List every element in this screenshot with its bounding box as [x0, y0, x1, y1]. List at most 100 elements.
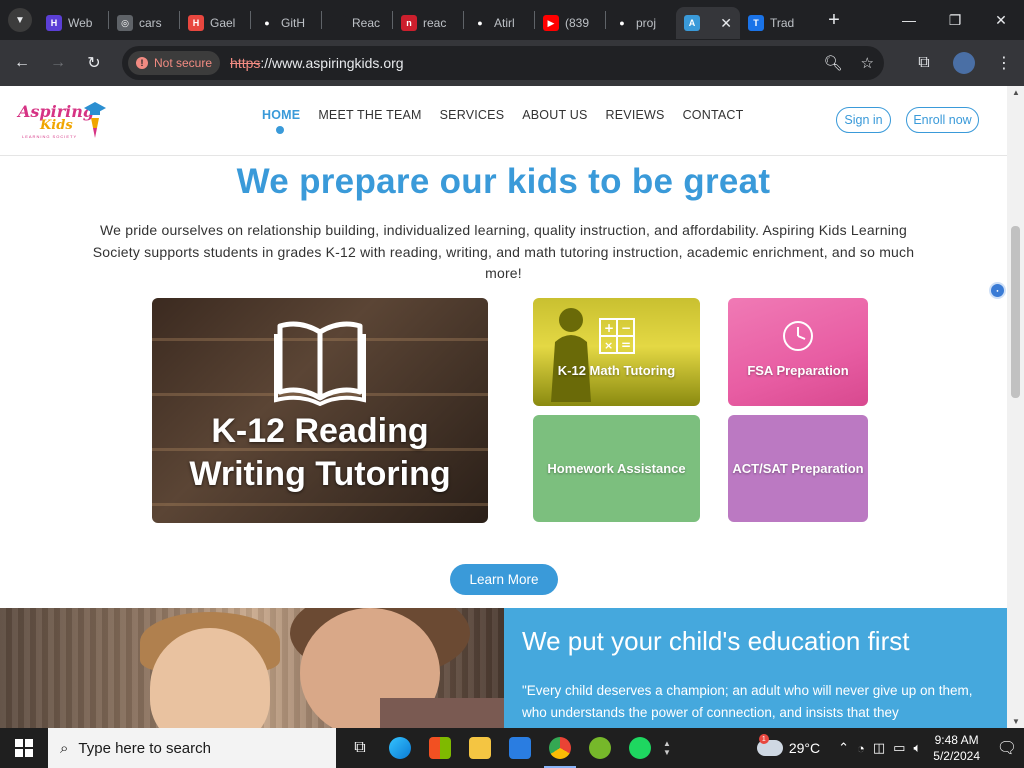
browser-tab[interactable]: Reac [322, 7, 392, 39]
svg-text:−: − [621, 321, 631, 335]
tab-strip: H Web ◎ cars H Gael ● GitH Reac n reac ● Atirl ▶ (839 ●… [38, 0, 810, 40]
browser-tab[interactable]: ▶ (839 [535, 7, 605, 39]
security-chip[interactable]: ! Not secure [128, 51, 221, 75]
weather-widget[interactable]: 1 29°C [756, 734, 821, 756]
card-math-tutoring[interactable]: + − × = K-12 Math Tutoring [533, 298, 700, 406]
browser-toolbar: ← → ↻ ! Not secure https://www.aspiringk… [0, 40, 1024, 86]
chevron-down-icon: ▼ [15, 14, 25, 26]
forward-button[interactable]: → [42, 47, 74, 79]
nav-reviews[interactable]: REVIEWS [606, 108, 665, 122]
zoom-icon[interactable]: 🔍︎ [824, 54, 843, 72]
browser-tab[interactable]: ● GitH [251, 7, 321, 39]
card-reading-writing[interactable]: K-12 Reading Writing Tutoring [152, 298, 488, 523]
windows-taskbar: ⌕ Type here to search ⧉ ▲ ▼ 1 29°C ⌃ ◔ ◫ … [0, 728, 1024, 768]
file-explorer-icon[interactable] [460, 728, 500, 768]
spotify-icon[interactable] [620, 728, 660, 768]
task-view-icon[interactable]: ⧉ [340, 728, 380, 768]
page-scrollbar[interactable]: ▲ ▼ [1007, 86, 1024, 728]
warning-icon: ! [136, 57, 148, 69]
site-logo[interactable]: Aspiring Kids LEARNING SOCIETY [18, 100, 108, 142]
learn-more-button[interactable]: Learn More [450, 564, 558, 595]
svg-text:=: = [621, 338, 631, 352]
tab-favicon-icon [330, 15, 346, 31]
tab-title: proj [636, 16, 657, 30]
browser-tab[interactable]: ◎ cars [109, 7, 179, 39]
new-tab-button[interactable]: + [822, 9, 846, 32]
store-icon[interactable] [420, 728, 460, 768]
url-host: ://www.aspiringkids.org [260, 55, 404, 71]
notification-icon[interactable]: 🗨︎ [990, 738, 1024, 758]
nav-meet-the-team[interactable]: MEET THE TEAM [318, 108, 421, 122]
nav-about-us[interactable]: ABOUT US [522, 108, 587, 122]
back-button[interactable]: ← [6, 47, 38, 79]
floating-widget-icon[interactable]: ● [989, 282, 1006, 299]
reload-button[interactable]: ↻ [78, 47, 110, 79]
taskbar-scroll-icon[interactable]: ▲ ▼ [660, 728, 674, 768]
sign-in-button[interactable]: Sign in [836, 107, 891, 133]
svg-text:+: + [604, 321, 614, 335]
minimize-button[interactable]: — [886, 0, 932, 40]
cloud-icon: 1 [756, 734, 783, 756]
taskbar-clock[interactable]: 9:48 AM 5/2/2024 [933, 732, 980, 764]
url-text[interactable]: https://www.aspiringkids.org [230, 55, 404, 71]
taskbar-search[interactable]: ⌕ Type here to search [48, 728, 336, 768]
address-bar[interactable]: ! Not secure https://www.aspiringkids.or… [122, 46, 884, 80]
tab-title: Trad [770, 16, 795, 30]
browser-tab[interactable]: ● proj [606, 7, 676, 39]
browser-tab[interactable]: H Gael [180, 7, 250, 39]
tab-favicon-icon: A [684, 15, 700, 31]
temperature-text: 29°C [788, 740, 821, 756]
active-indicator [276, 126, 284, 134]
battery-icon[interactable]: ▭ [893, 740, 905, 756]
page-viewport: Aspiring Kids LEARNING SOCIETY HOME MEET… [0, 86, 1024, 728]
tab-title: Atirl [494, 16, 515, 30]
maximize-button[interactable]: ❐ [932, 0, 978, 40]
network-icon[interactable]: ◔ [857, 741, 865, 756]
tab-favicon-icon: ● [472, 15, 488, 31]
card-fsa-preparation[interactable]: FSA Preparation [728, 298, 868, 406]
card-reading-line-2: Writing Tutoring [189, 455, 451, 493]
education-first-quote: "Every child deserves a champion; an adu… [522, 683, 973, 720]
card-act-sat-preparation[interactable]: ACT/SAT Preparation [728, 415, 868, 522]
browser-tab[interactable]: ● Atirl [464, 7, 534, 39]
browser-tab-active[interactable]: A ✕ [676, 7, 740, 39]
logo-text-3: LEARNING SOCIETY [22, 134, 78, 139]
scroll-down-icon[interactable]: ▼ [1012, 717, 1020, 726]
nav-contact[interactable]: CONTACT [683, 108, 744, 122]
edge-icon[interactable] [380, 728, 420, 768]
scrollbar-thumb[interactable] [1011, 226, 1020, 398]
enroll-now-button[interactable]: Enroll now [906, 107, 979, 133]
utorrent-icon[interactable] [580, 728, 620, 768]
browser-tab[interactable]: H Web [38, 7, 108, 39]
close-tab-icon[interactable]: ✕ [720, 15, 732, 32]
chevron-up-icon[interactable]: ⌃ [838, 740, 849, 756]
camera-icon[interactable]: ◫ [873, 740, 885, 756]
chrome-icon[interactable] [540, 728, 580, 768]
nav-services[interactable]: SERVICES [440, 108, 505, 122]
mail-icon[interactable] [500, 728, 540, 768]
card-homework-assistance[interactable]: Homework Assistance [533, 415, 700, 522]
url-scheme: https [230, 55, 261, 71]
calculator-icon: + − × = [599, 318, 635, 354]
browser-tab-bar: ▼ H Web ◎ cars H Gael ● GitH Reac n reac ● Atirl ▶ (83… [0, 0, 1024, 40]
extensions-icon[interactable]: ⧉ [904, 54, 944, 72]
close-window-button[interactable]: ✕ [978, 0, 1024, 40]
tab-search-button[interactable]: ▼ [8, 8, 32, 32]
nav-home-label: HOME [262, 108, 301, 122]
photo-mother-shirt [380, 698, 504, 728]
browser-tab[interactable]: T Trad [740, 7, 810, 39]
card-act-label: ACT/SAT Preparation [732, 461, 864, 476]
tab-title: reac [423, 16, 447, 30]
open-book-icon [274, 321, 366, 406]
profile-avatar[interactable] [953, 52, 975, 74]
card-homework-label: Homework Assistance [547, 461, 686, 476]
volume-icon[interactable]: 🔈︎ [913, 740, 921, 756]
tab-favicon-icon: n [401, 15, 417, 31]
card-math-label: K-12 Math Tutoring [557, 362, 676, 378]
menu-kebab-icon[interactable]: ⋮ [984, 53, 1024, 73]
start-button[interactable] [0, 728, 48, 768]
browser-tab[interactable]: n reac [393, 7, 463, 39]
nav-home[interactable]: HOME [262, 108, 301, 134]
scroll-up-icon[interactable]: ▲ [1012, 88, 1020, 97]
bookmark-star-icon[interactable]: ☆ [861, 54, 874, 72]
